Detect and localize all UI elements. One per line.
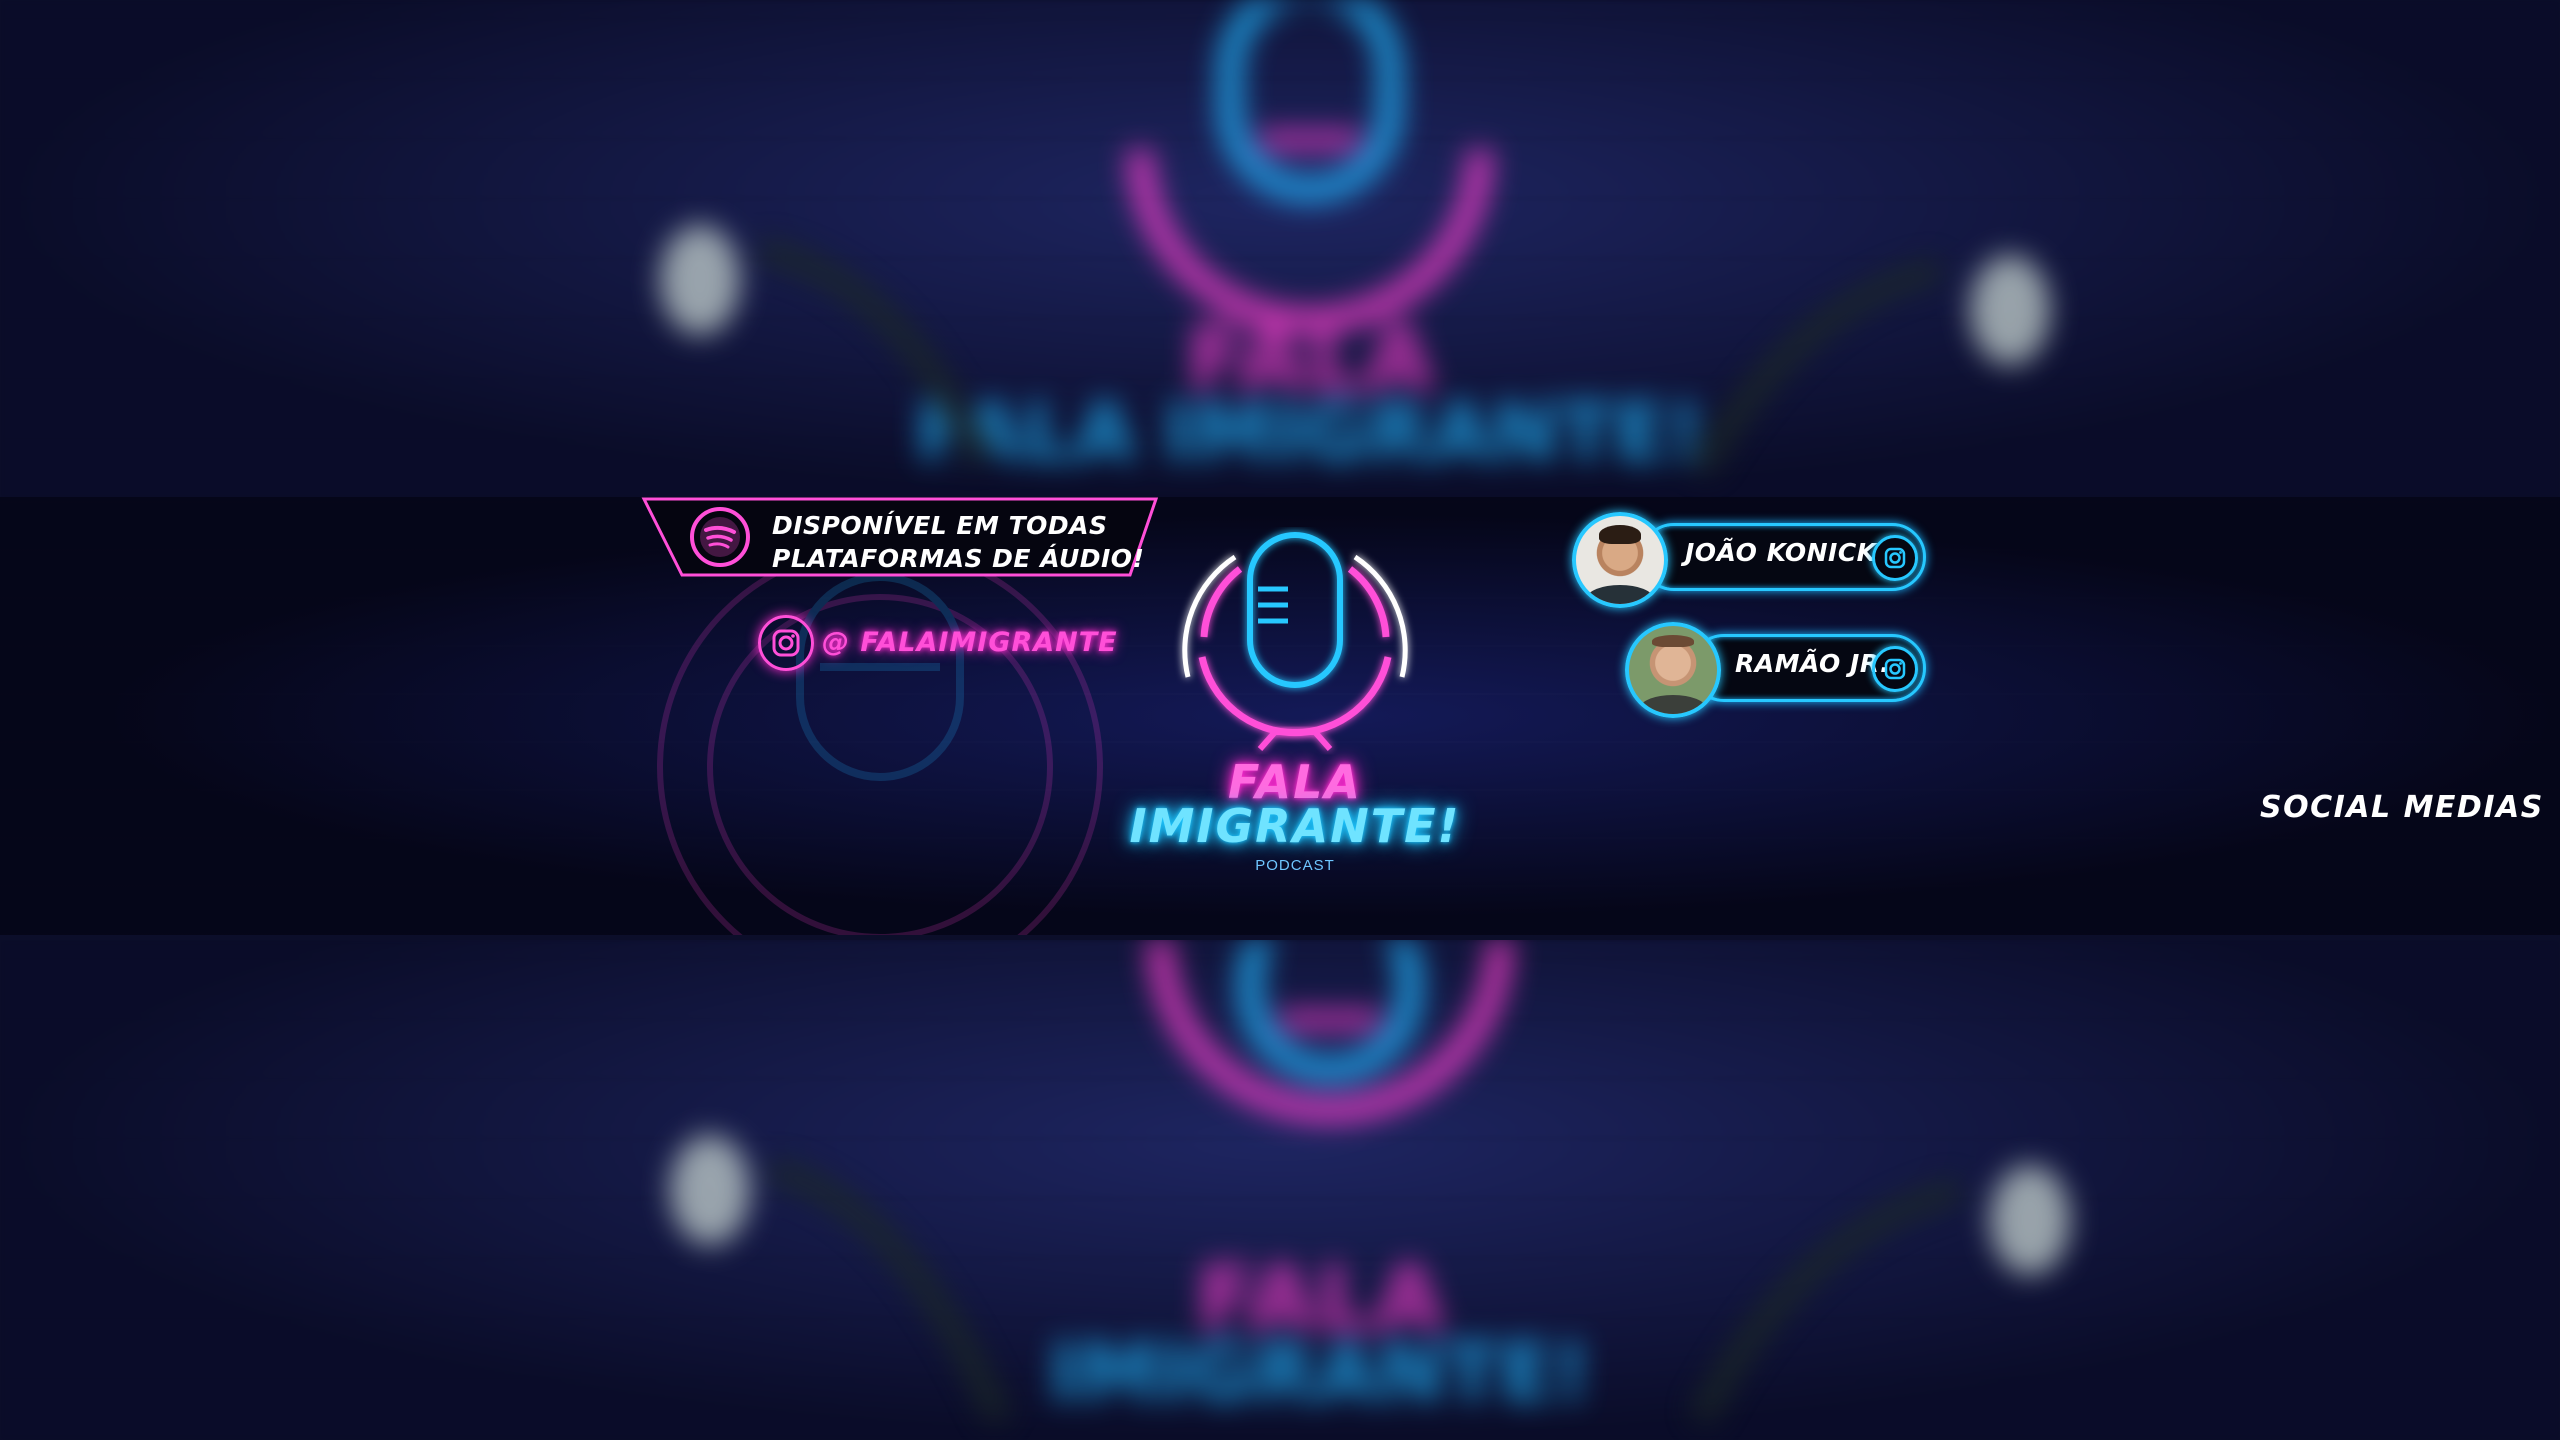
microphone-icon xyxy=(1182,532,1408,751)
blurred-microphone-logo: FALA FALA IMIGRANTE! xyxy=(660,0,2050,479)
instagram-icon[interactable] xyxy=(1872,646,1918,692)
ghost-microphone-logo xyxy=(657,544,1103,935)
avatar-joao xyxy=(1572,512,1668,608)
blurred-microphone-logo-bottom: FALA IMIGRANTE! xyxy=(670,940,2070,1426)
instagram-icon[interactable] xyxy=(1872,535,1918,581)
blurred-background-bottom: FALA IMIGRANTE! xyxy=(0,940,2560,1440)
title-line2: IMIGRANTE! xyxy=(1129,799,1461,853)
svg-text:IMIGRANTE!: IMIGRANTE! xyxy=(1050,1326,1591,1419)
availability-line1: DISPONÍVEL EM TODAS xyxy=(772,511,1108,540)
blurred-background-top: FALA FALA IMIGRANTE! xyxy=(0,0,2560,500)
host-name-ramao: RAMÃO JR. xyxy=(1735,649,1891,678)
host-name-joao: JOÃO KONICK xyxy=(1685,538,1877,567)
social-medias-label: SOCIAL MEDIAS xyxy=(2260,790,2544,825)
instagram-icon[interactable] xyxy=(758,615,814,671)
host-card-joao[interactable]: JOÃO KONICK xyxy=(1640,523,1926,591)
instagram-handle[interactable]: @ FALAIMIGRANTE xyxy=(822,627,1118,658)
availability-text: DISPONÍVEL EM TODAS PLATAFORMAS DE ÁUDIO… xyxy=(772,509,1144,575)
avatar-ramao xyxy=(1625,622,1721,718)
spotify-icon[interactable] xyxy=(688,505,752,569)
host-card-ramao[interactable]: RAMÃO JR. xyxy=(1690,634,1926,702)
podcast-subtitle: PODCAST xyxy=(1255,857,1335,874)
svg-text:FALA IMIGRANTE!: FALA IMIGRANTE! xyxy=(915,386,1704,479)
availability-line2: PLATAFORMAS DE ÁUDIO! xyxy=(772,544,1145,573)
banner-band: DISPONÍVEL EM TODAS PLATAFORMAS DE ÁUDIO… xyxy=(0,497,2560,935)
